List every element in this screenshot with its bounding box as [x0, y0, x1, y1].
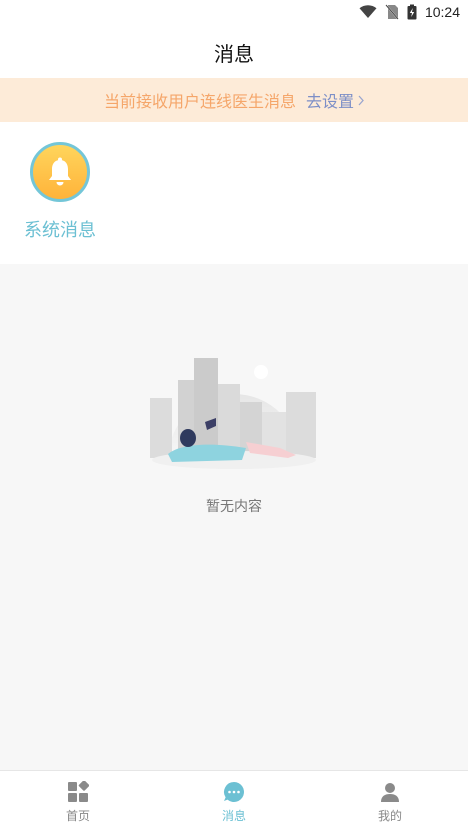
empty-state-illustration — [150, 358, 316, 469]
status-icons: 10:24 — [359, 4, 460, 20]
no-sim-icon — [385, 4, 399, 20]
page-title: 消息 — [214, 41, 254, 66]
tab-profile[interactable]: 我的 — [312, 771, 468, 833]
status-bar: 10:24 — [0, 0, 468, 26]
status-time: 10:24 — [424, 4, 460, 20]
notification-banner: 当前接收用户连线医生消息 去设置 — [0, 78, 468, 122]
message-list-area: 暂无内容 — [0, 264, 468, 770]
tab-messages-label: 消息 — [221, 808, 246, 823]
tab-profile-label: 我的 — [377, 808, 402, 823]
chevron-right-icon — [358, 95, 364, 105]
battery-charging-icon — [407, 4, 417, 20]
chat-bubble-icon — [224, 781, 244, 802]
settings-link[interactable]: 去设置 — [306, 88, 364, 112]
tab-home-label: 首页 — [65, 808, 90, 823]
banner-text: 当前接收用户连线医生消息 — [103, 92, 296, 111]
empty-state-text: 暂无内容 — [206, 499, 262, 515]
settings-link-label: 去设置 — [306, 92, 355, 111]
system-message-label: 系统消息 — [24, 220, 96, 241]
tab-home[interactable]: 首页 — [0, 771, 156, 833]
system-message-entry[interactable]: 系统消息 — [20, 142, 100, 242]
bottom-tab-bar: 首页 消息 我的 — [0, 770, 468, 833]
bell-icon-circle — [30, 142, 90, 202]
user-icon — [381, 782, 399, 802]
tab-messages[interactable]: 消息 — [156, 771, 312, 833]
wifi-icon — [359, 5, 377, 18]
header: 消息 — [0, 26, 468, 78]
message-categories: 系统消息 — [0, 122, 468, 264]
grid-icon — [68, 780, 89, 802]
bell-icon — [49, 157, 71, 186]
